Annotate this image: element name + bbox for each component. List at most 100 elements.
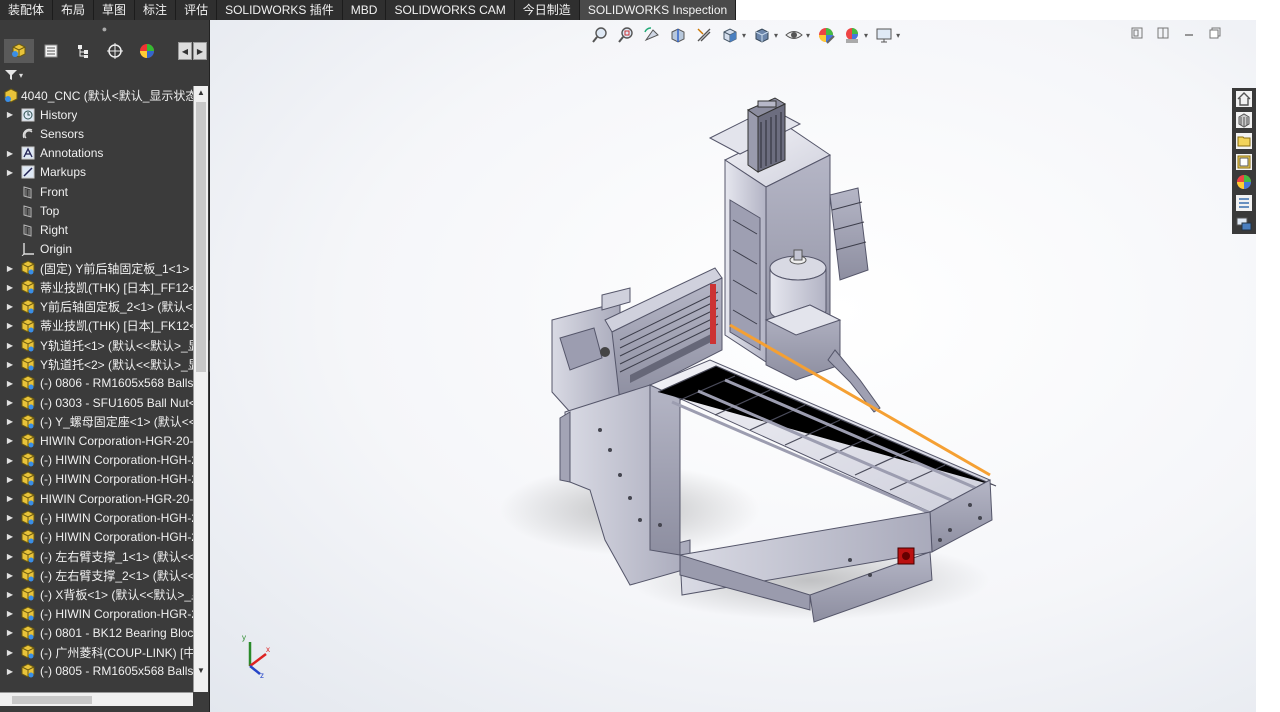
panel-scroll-left-icon[interactable]: ◀ [178,42,192,60]
tree-item[interactable]: ▶ Y前后轴固定板_2<1> (默认<<默 [0,297,193,316]
scroll-down-icon[interactable]: ▼ [194,664,208,678]
tree-item[interactable]: ▶ History [0,105,193,124]
tree-item-label: (-) Y_螺母固定座<1> (默认<<默 [40,415,193,430]
tree-item[interactable]: ▶ (-) HIWIN Corporation-HGR-2 [0,604,193,623]
tree-item[interactable]: ▶ Y轨道托<1> (默认<<默认>_显示 [0,335,193,354]
scroll-thumb[interactable] [196,102,206,372]
expand-arrow-icon[interactable]: ▶ [3,321,17,330]
expand-arrow-icon[interactable]: ▶ [3,609,17,618]
expand-arrow-icon[interactable]: ▶ [3,398,17,407]
appearances-icon[interactable] [1233,172,1255,192]
tab-sketch[interactable]: 草图 [94,0,136,20]
tree-item[interactable]: ▶ (-) 0805 - RM1605x568 Ballscr [0,662,193,681]
expand-arrow-icon[interactable]: ▶ [3,532,17,541]
window-restore-icon[interactable] [1130,26,1144,40]
expand-arrow-icon[interactable]: ▶ [3,494,17,503]
tree-item[interactable]: Front [0,182,193,201]
tree-item[interactable]: ▶ Annotations [0,144,193,163]
hscroll-thumb[interactable] [12,696,92,704]
part-icon [20,663,36,679]
window-minimize-icon[interactable] [1182,26,1196,40]
graphics-viewport[interactable]: ▾ ▾ ▾ ▾ ▾ y x z [210,20,1256,712]
tree-item[interactable]: ▶ (-) HIWIN Corporation-HGH-2 [0,470,193,489]
tree-item[interactable]: Origin [0,240,193,259]
tree-item[interactable]: ▶ (-) 左右臂支撑_2<1> (默认<<默 [0,566,193,585]
tree-horizontal-scrollbar[interactable] [0,692,193,706]
display-manager-icon[interactable] [132,39,162,63]
tree-item[interactable]: ▶ 蒂业技凯(THK) [日本]_FK12<1> [0,316,193,335]
configurationmanager-icon[interactable] [68,39,98,63]
window-tile-icon[interactable] [1156,26,1170,40]
tree-filter[interactable]: ▾ [0,64,209,86]
window-maximize-icon[interactable] [1208,26,1222,40]
custom-properties-icon[interactable] [1233,193,1255,213]
tab-make-today[interactable]: 今日制造 [515,0,580,20]
expand-arrow-icon[interactable]: ▶ [3,149,17,158]
expand-arrow-icon[interactable]: ▶ [3,110,17,119]
file-explorer-icon[interactable] [1233,131,1255,151]
expand-arrow-icon[interactable]: ▶ [3,436,17,445]
tree-item-label: (-) 0805 - RM1605x568 Ballscr [40,664,193,679]
tree-vertical-scrollbar[interactable]: ▲ ▼ [193,86,208,692]
tree-item[interactable]: ▶ (-) X背板<1> (默认<<默认>_显 [0,585,193,604]
cnc-3d-model[interactable] [210,20,1256,712]
tree-item[interactable]: ▶ 蒂业技凯(THK) [日本]_FF12<1> [0,278,193,297]
tree-item[interactable]: ▶ (-) 左右臂支撑_1<1> (默认<<默 [0,547,193,566]
tree-item[interactable]: Right [0,220,193,239]
tab-mbd[interactable]: MBD [343,0,387,20]
filter-icon[interactable] [4,68,18,82]
tab-cam[interactable]: SOLIDWORKS CAM [386,0,515,20]
expand-arrow-icon[interactable]: ▶ [3,667,17,676]
tree-item[interactable]: ▶ HIWIN Corporation-HGR-20-R [0,431,193,450]
tab-markup[interactable]: 标注 [135,0,177,20]
tree-item[interactable]: ▶ Markups [0,163,193,182]
tree-item[interactable]: ▶ HIWIN Corporation-HGR-20-R [0,489,193,508]
expand-arrow-icon[interactable]: ▶ [3,264,17,273]
home-icon[interactable] [1233,89,1255,109]
tree-item[interactable]: ▶ (-) Y_螺母固定座<1> (默认<<默 [0,412,193,431]
expand-arrow-icon[interactable]: ▶ [3,628,17,637]
design-library-icon[interactable] [1233,110,1255,130]
tree-root-assembly[interactable]: 4040_CNC (默认<默认_显示状态-1>) [0,86,193,105]
expand-arrow-icon[interactable]: ▶ [3,475,17,484]
tree-item[interactable]: ▶ (-) 0801 - BK12 Bearing Block [0,623,193,642]
expand-arrow-icon[interactable]: ▶ [3,379,17,388]
tree-item[interactable]: Top [0,201,193,220]
expand-arrow-icon[interactable]: ▶ [3,168,17,177]
expand-arrow-icon[interactable]: ▶ [3,360,17,369]
tree-item[interactable]: ▶ (固定) Y前后轴固定板_1<1> (默认 [0,259,193,278]
featuremanager-icon[interactable] [4,39,34,63]
tree-item[interactable]: ▶ (-) HIWIN Corporation-HGH-2 [0,451,193,470]
expand-arrow-icon[interactable]: ▶ [3,552,17,561]
tab-inspection[interactable]: SOLIDWORKS Inspection [579,0,737,20]
panel-scroll-right-icon[interactable]: ▶ [193,42,207,60]
tab-evaluate[interactable]: 评估 [176,0,218,20]
tree-item[interactable]: ▶(-) X轨道托<1> (默认<<默认>_ [0,681,193,682]
tab-layout[interactable]: 布局 [53,0,95,20]
tab-assembly[interactable]: 装配体 [0,0,54,20]
expand-arrow-icon[interactable]: ▶ [3,513,17,522]
tab-addins[interactable]: SOLIDWORKS 插件 [217,0,343,20]
tree-item[interactable]: ▶ (-) HIWIN Corporation-HGH-2 [0,527,193,546]
view-palette-icon[interactable] [1233,152,1255,172]
dimxpert-icon[interactable] [100,39,130,63]
tree-item[interactable]: Sensors [0,124,193,143]
expand-arrow-icon[interactable]: ▶ [3,341,17,350]
expand-arrow-icon[interactable]: ▶ [3,590,17,599]
scroll-up-icon[interactable]: ▲ [194,86,208,100]
expand-arrow-icon[interactable]: ▶ [3,302,17,311]
propertymanager-icon[interactable] [36,39,66,63]
tree-item[interactable]: ▶ (-) HIWIN Corporation-HGH-2 [0,508,193,527]
tree-item[interactable]: ▶ (-) 0806 - RM1605x568 Ballscr [0,374,193,393]
tree-item[interactable]: ▶ (-) 广州菱科(COUP-LINK) [中国 [0,642,193,661]
tree-item[interactable]: ▶ (-) 0303 - SFU1605 Ball Nut<1 [0,393,193,412]
expand-arrow-icon[interactable]: ▶ [3,456,17,465]
expand-arrow-icon[interactable]: ▶ [3,283,17,292]
expand-arrow-icon[interactable]: ▶ [3,417,17,426]
expand-arrow-icon[interactable]: ▶ [3,571,17,580]
forum-icon[interactable] [1233,214,1255,234]
panel-grip-icon[interactable]: ● [0,20,209,38]
expand-arrow-icon[interactable]: ▶ [3,648,17,657]
filter-dropdown-icon[interactable]: ▾ [19,71,23,80]
tree-item[interactable]: ▶ Y轨道托<2> (默认<<默认>_显示 [0,355,193,374]
